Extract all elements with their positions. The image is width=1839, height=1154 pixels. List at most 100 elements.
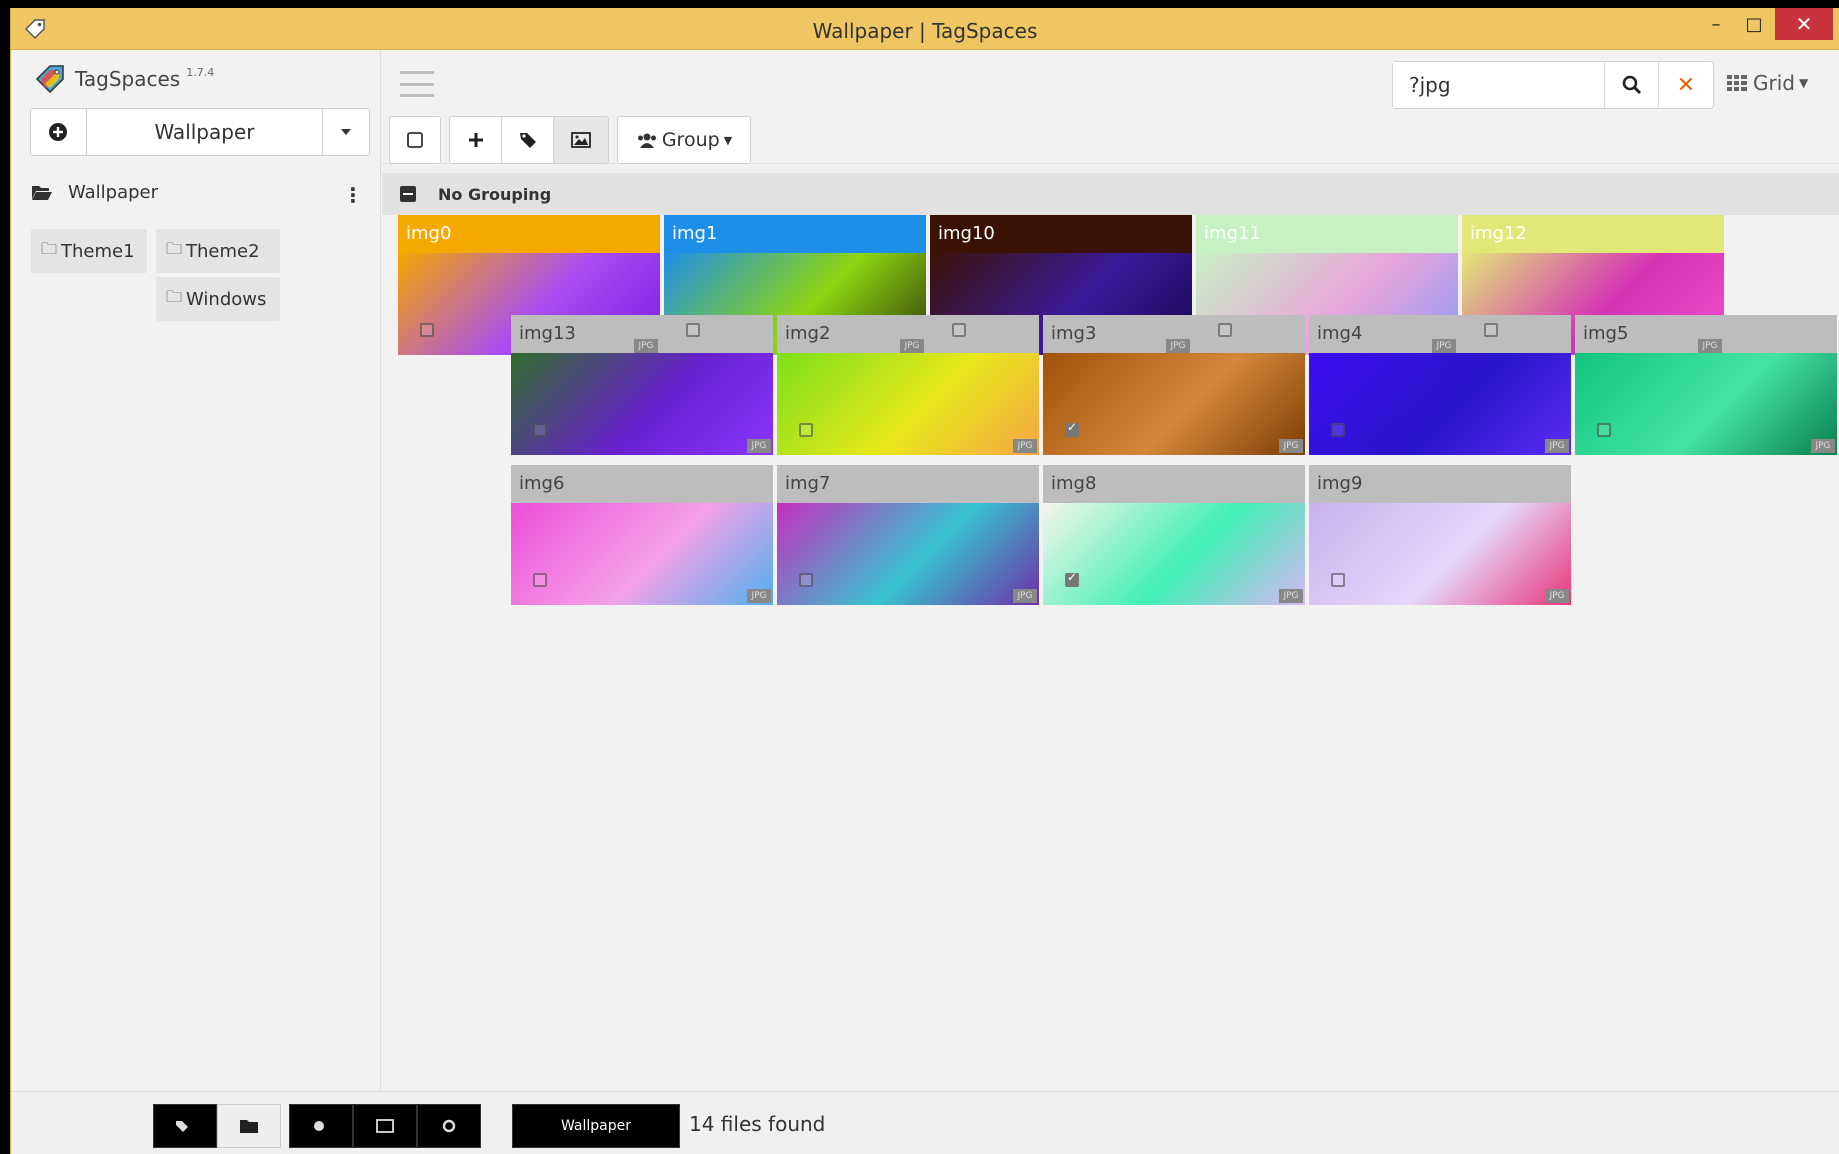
brand[interactable]: TagSpaces 1.7.4 xyxy=(33,61,214,97)
file-thumbnail xyxy=(1043,503,1305,605)
view-mode-dropdown[interactable]: Grid ▼ xyxy=(1727,71,1808,95)
file-select-checkbox[interactable] xyxy=(799,573,813,587)
title-bar: Wallpaper | TagSpaces – □ ✕ xyxy=(11,8,1839,50)
plus-circle-icon xyxy=(49,123,68,141)
file-extension-badge: JPG xyxy=(1811,439,1835,453)
subfolder-label: Theme1 xyxy=(61,240,135,262)
close-icon: ✕ xyxy=(1676,72,1696,98)
tag-files-button[interactable] xyxy=(501,116,553,164)
menu-toggle-icon[interactable] xyxy=(400,71,434,97)
file-extension-badge: JPG xyxy=(634,339,658,353)
subfolder-label: Windows xyxy=(186,288,267,310)
file-title: img12 xyxy=(1462,215,1724,253)
file-select-checkbox[interactable] xyxy=(420,323,434,337)
toggle-thumbnails-button[interactable] xyxy=(553,116,609,164)
file-select-checkbox[interactable] xyxy=(952,323,966,337)
folder-panel-button[interactable] xyxy=(217,1104,281,1148)
plus-icon xyxy=(468,133,483,147)
file-tile[interactable]: img7 JPG xyxy=(777,465,1039,605)
file-tile[interactable]: img13 JPG xyxy=(511,315,773,455)
collapse-icon[interactable] xyxy=(400,186,416,202)
select-all-button[interactable] xyxy=(389,116,441,164)
file-title: img7 xyxy=(785,473,831,494)
location-dropdown-button[interactable] xyxy=(323,109,369,155)
search-input[interactable] xyxy=(1393,62,1605,108)
file-extension-badge: JPG xyxy=(1013,439,1037,453)
status-button-group xyxy=(153,1104,481,1148)
file-select-checkbox[interactable] xyxy=(1065,570,1079,587)
file-tile[interactable]: img8 JPG xyxy=(1043,465,1305,605)
search-box: ✕ xyxy=(1392,61,1714,109)
file-title: img0 xyxy=(398,215,660,253)
file-tile[interactable]: img6 JPG xyxy=(511,465,773,605)
tags-panel-button[interactable] xyxy=(153,1104,217,1148)
file-select-checkbox[interactable] xyxy=(1331,573,1345,587)
file-title: img1 xyxy=(664,215,926,253)
clear-search-button[interactable]: ✕ xyxy=(1659,62,1713,108)
file-select-checkbox[interactable] xyxy=(533,573,547,587)
file-extension-badge: JPG xyxy=(1545,589,1569,603)
search-button[interactable] xyxy=(1605,62,1659,108)
caret-down-icon: ▼ xyxy=(1798,76,1809,90)
image-icon xyxy=(376,1119,394,1133)
settings-panel-button[interactable] xyxy=(417,1104,481,1148)
folder-open-icon xyxy=(32,186,52,200)
subfolder-theme2[interactable]: 🗀 Theme2 xyxy=(156,229,280,273)
location-selector: Wallpaper xyxy=(30,108,370,156)
location-name-button[interactable]: Wallpaper xyxy=(87,109,324,155)
image-icon xyxy=(571,132,591,148)
search-icon xyxy=(314,1121,324,1131)
search-icon xyxy=(1622,75,1641,95)
caret-down-icon xyxy=(341,129,352,135)
group-header-label: No Grouping xyxy=(438,184,552,204)
file-select-checkbox[interactable] xyxy=(1484,323,1498,337)
file-thumbnail xyxy=(1309,353,1571,455)
file-thumbnail xyxy=(1575,353,1837,455)
file-extension-badge: JPG xyxy=(747,589,771,603)
file-extension-badge: JPG xyxy=(1698,339,1722,353)
window-title: Wallpaper | TagSpaces xyxy=(812,19,1038,43)
sidebar: TagSpaces 1.7.4 Wallpaper Wallpaper ⋮ 🗀 … xyxy=(11,51,381,1091)
status-text: 14 files found xyxy=(689,1112,826,1136)
add-location-button[interactable] xyxy=(31,109,87,155)
file-select-checkbox[interactable] xyxy=(533,423,547,437)
brand-name: TagSpaces xyxy=(75,67,181,91)
folder-icon xyxy=(240,1120,258,1133)
subfolder-theme1[interactable]: 🗀 Theme1 xyxy=(31,229,147,273)
current-directory-label: Wallpaper xyxy=(68,181,159,203)
file-select-checkbox[interactable] xyxy=(1218,323,1232,337)
directory-menu-icon[interactable]: ⋮ xyxy=(343,183,363,207)
breadcrumb-button[interactable]: Wallpaper xyxy=(512,1104,680,1148)
file-tile[interactable]: img2 JPG xyxy=(777,315,1039,455)
file-title: img8 xyxy=(1051,473,1097,494)
brand-version: 1.7.4 xyxy=(186,65,215,79)
create-file-button[interactable] xyxy=(449,116,501,164)
file-select-checkbox[interactable] xyxy=(1331,423,1345,437)
subfolder-windows[interactable]: 🗀 Windows xyxy=(156,277,280,321)
file-select-checkbox[interactable] xyxy=(1597,423,1611,437)
file-select-checkbox[interactable] xyxy=(686,323,700,337)
group-header[interactable]: No Grouping xyxy=(382,173,1839,215)
file-tile[interactable]: img5 JPG xyxy=(1575,315,1837,455)
file-select-checkbox[interactable] xyxy=(799,423,813,437)
file-tile[interactable]: img4 JPG xyxy=(1309,315,1571,455)
file-toolbar: Group ▼ xyxy=(389,116,751,164)
file-tile[interactable]: img3JPG xyxy=(1043,315,1305,455)
file-extension-badge: JPG xyxy=(1166,339,1190,353)
folder-icon: 🗀 xyxy=(166,238,183,258)
current-directory[interactable]: Wallpaper ⋮ xyxy=(11,171,381,213)
search-panel-button[interactable] xyxy=(289,1104,353,1148)
file-thumbnail xyxy=(777,353,1039,455)
tagspaces-logo-icon xyxy=(35,65,64,94)
perspective-panel-button[interactable] xyxy=(353,1104,417,1148)
file-select-checkbox[interactable] xyxy=(1065,420,1079,437)
file-tile[interactable]: img9 JPG xyxy=(1309,465,1571,605)
minimize-button[interactable]: – xyxy=(1697,8,1735,40)
file-thumbnail xyxy=(1309,503,1571,605)
close-button[interactable]: ✕ xyxy=(1775,8,1833,40)
file-thumbnail xyxy=(777,503,1039,605)
file-title: img11 xyxy=(1196,215,1458,253)
maximize-button[interactable]: □ xyxy=(1735,8,1773,40)
group-dropdown-button[interactable]: Group ▼ xyxy=(617,116,751,164)
app-window: Wallpaper | TagSpaces – □ ✕ TagSpaces 1.… xyxy=(10,8,1839,1154)
